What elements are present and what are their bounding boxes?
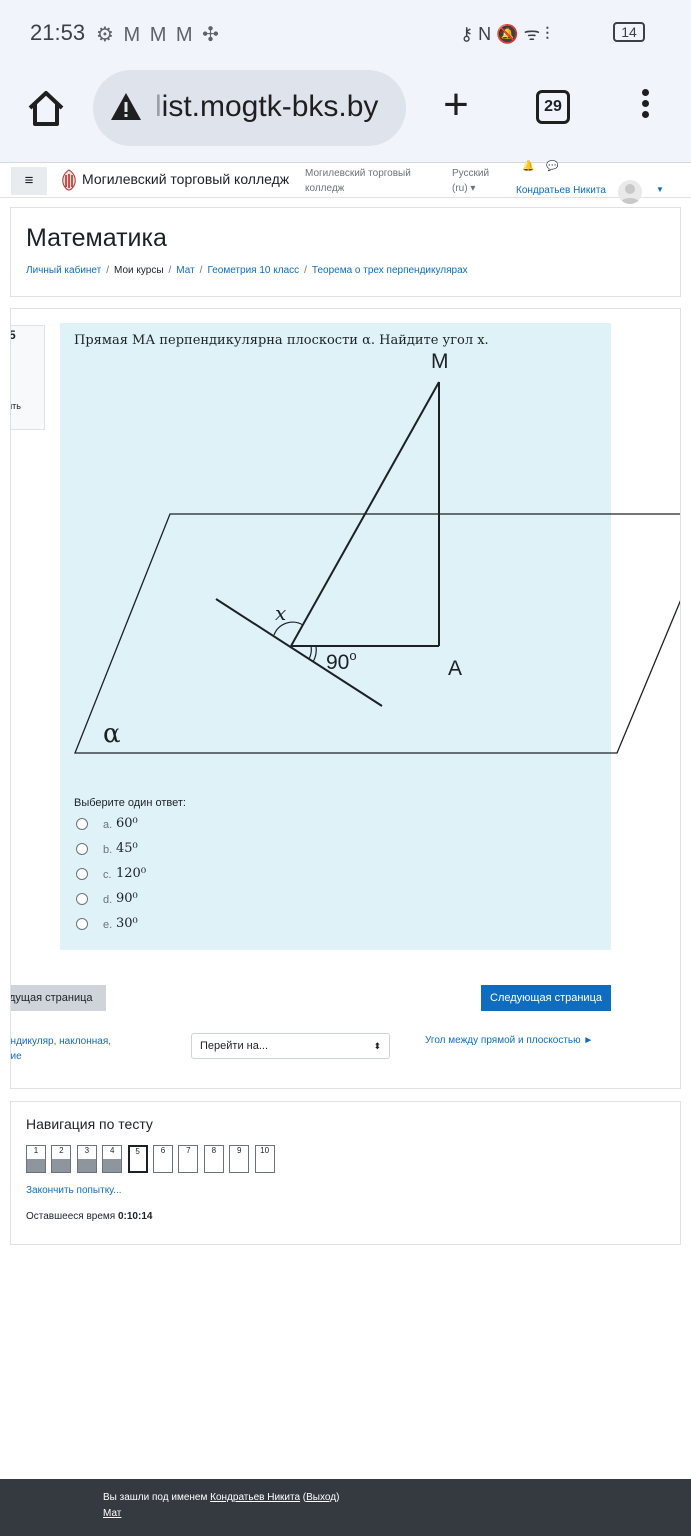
site-name-secondary[interactable]: Могилевский торговый колледж xyxy=(305,166,435,196)
next-activity-link[interactable]: Угол между прямой и плоскостью ► xyxy=(425,1035,593,1046)
quiz-nav-button[interactable]: 5 xyxy=(127,1145,148,1173)
college-logo-icon xyxy=(62,169,76,191)
battery-icon: 14 xyxy=(613,22,645,42)
answer-label[interactable]: 45⁰ xyxy=(116,841,138,856)
messages-icon[interactable]: 💬 xyxy=(546,161,558,172)
answer-radio[interactable] xyxy=(76,893,88,905)
flag-question-link[interactable]: тить xyxy=(11,401,21,411)
label-x: x xyxy=(275,601,286,625)
answer-radio[interactable] xyxy=(76,868,88,880)
quiz-navigation-title: Навигация по тесту xyxy=(26,1116,153,1132)
notification-icons: ⚙ M M M ✣ xyxy=(96,24,221,46)
answer-radio[interactable] xyxy=(76,918,88,930)
plane-outline xyxy=(74,513,680,754)
home-icon[interactable] xyxy=(24,86,68,130)
breadcrumb-item-quiz[interactable]: Теорема о трех перпендикулярах xyxy=(312,265,468,276)
answer-radio[interactable] xyxy=(76,843,88,855)
time-remaining: Оставшееся время 0:10:14 xyxy=(26,1211,153,1222)
site-navbar: ≡ Могилевский торговый колледж Могилевск… xyxy=(0,161,691,204)
previous-activity-link[interactable]: ендикуляр, наклонная, ние xyxy=(11,1034,135,1064)
question-content: Прямая МА перпендикулярна плоскости α. Н… xyxy=(60,323,680,950)
answer-radio[interactable] xyxy=(76,818,88,830)
address-bar[interactable]: list.mogtk-bks.by xyxy=(93,70,406,146)
next-page-button[interactable]: Следующая страница xyxy=(481,985,611,1011)
breadcrumb-item-dashboard[interactable]: Личный кабинет xyxy=(26,265,101,276)
question-info-panel: 5 I тить xyxy=(11,325,45,430)
footer-user-link[interactable]: Кондратьев Никита xyxy=(210,1492,300,1503)
angle-90-arc-2 xyxy=(312,645,317,663)
browser-toolbar: list.mogtk-bks.by + 29 xyxy=(0,68,691,162)
tab-switcher-button[interactable]: 29 xyxy=(536,90,570,124)
answered-indicator xyxy=(103,1159,122,1172)
user-menu-name[interactable]: Кондратьев Никита xyxy=(516,185,606,196)
geometry-diagram: M A x 90o α xyxy=(74,350,680,754)
page-footer: Вы зашли под именем Кондратьев Никита (В… xyxy=(0,1479,691,1536)
answered-indicator xyxy=(77,1159,96,1172)
main-region: 5 I тить Прямая МА перпендикулярна плоск… xyxy=(10,308,681,1089)
drawer-toggle-button[interactable]: ≡ xyxy=(11,167,47,195)
language-menu[interactable]: Русский (ru) ▾ xyxy=(452,166,502,196)
previous-page-button[interactable]: дущая страница xyxy=(11,985,106,1011)
label-a: A xyxy=(448,657,462,680)
quiz-nav-button[interactable]: 6 xyxy=(153,1145,173,1173)
chevron-down-icon[interactable]: ▼ xyxy=(656,185,664,194)
answer-prompt: Выберите один ответ: xyxy=(74,797,186,809)
clock: 21:53 xyxy=(30,20,86,45)
quiz-nav-button[interactable]: 8 xyxy=(203,1145,224,1173)
page-header: Математика Личный кабинет / Мои курсы / Мат /… xyxy=(10,207,681,297)
answer-label[interactable]: 120⁰ xyxy=(116,866,146,881)
breadcrumb: Личный кабинет / Мои курсы / Мат / Геометрия 1… xyxy=(26,265,468,276)
finish-attempt-link[interactable]: Закончить попытку... xyxy=(26,1185,122,1196)
browser-menu-icon[interactable] xyxy=(638,86,652,126)
question-number: 5 xyxy=(11,328,16,342)
question-info-line: I xyxy=(11,380,12,390)
quiz-nav-button[interactable]: 3 xyxy=(76,1145,97,1173)
answer-label[interactable]: 90⁰ xyxy=(116,891,138,906)
status-bar: 21:53 ⚙ M M M ✣ ⚷ N 🔕 ᯤ ⫶ 14 xyxy=(0,0,691,68)
quiz-nav-button[interactable]: 10 xyxy=(254,1145,275,1173)
site-name-link[interactable]: Могилевский торговый колледж xyxy=(82,171,289,187)
system-icons: ⚷ N 🔕 ᯤ ⫶ xyxy=(460,24,550,44)
quiz-nav-button[interactable]: 2 xyxy=(51,1145,72,1173)
label-m: M xyxy=(431,350,449,373)
page-title: Математика xyxy=(26,224,167,252)
avatar[interactable] xyxy=(618,180,642,204)
breadcrumb-item-course[interactable]: Мат xyxy=(176,265,194,276)
breadcrumb-item-section[interactable]: Геометрия 10 класс xyxy=(207,265,299,276)
url-text: list.mogtk-bks.by xyxy=(155,90,379,123)
new-tab-button[interactable]: + xyxy=(436,83,476,127)
select-caret-icon: ⬍ xyxy=(373,1041,381,1051)
quiz-nav-button[interactable]: 9 xyxy=(229,1145,250,1173)
answered-indicator xyxy=(52,1159,71,1172)
jump-to-select[interactable]: Перейти на... ⬍ xyxy=(191,1033,390,1059)
quiz-navigation-block: Навигация по тесту 1 2 3 4 5 6 7 8 9 10 Закончить… xyxy=(10,1101,681,1245)
answered-indicator xyxy=(27,1159,45,1172)
angle-90-arc xyxy=(308,645,312,660)
oblique-line xyxy=(215,598,383,707)
login-info: Вы зашли под именем Кондратьев Никита (В… xyxy=(103,1492,340,1503)
label-alpha: α xyxy=(103,719,121,749)
quiz-nav-button[interactable]: 4 xyxy=(102,1145,123,1173)
bell-icon[interactable]: 🔔 xyxy=(522,161,534,172)
label-angle-90: 90o xyxy=(326,648,357,674)
question-text: Прямая МА перпендикулярна плоскости α. Н… xyxy=(74,333,489,348)
footer-course-link[interactable]: Мат xyxy=(103,1508,121,1519)
logout-link[interactable]: Выход xyxy=(306,1492,336,1503)
warning-icon[interactable] xyxy=(109,90,143,124)
answer-label[interactable]: 30⁰ xyxy=(116,916,138,931)
quiz-nav-button[interactable]: 1 xyxy=(26,1145,46,1173)
answer-label[interactable]: 60⁰ xyxy=(116,816,138,831)
quiz-nav-button[interactable]: 7 xyxy=(178,1145,199,1173)
breadcrumb-item-my-courses: Мои курсы xyxy=(114,265,164,276)
